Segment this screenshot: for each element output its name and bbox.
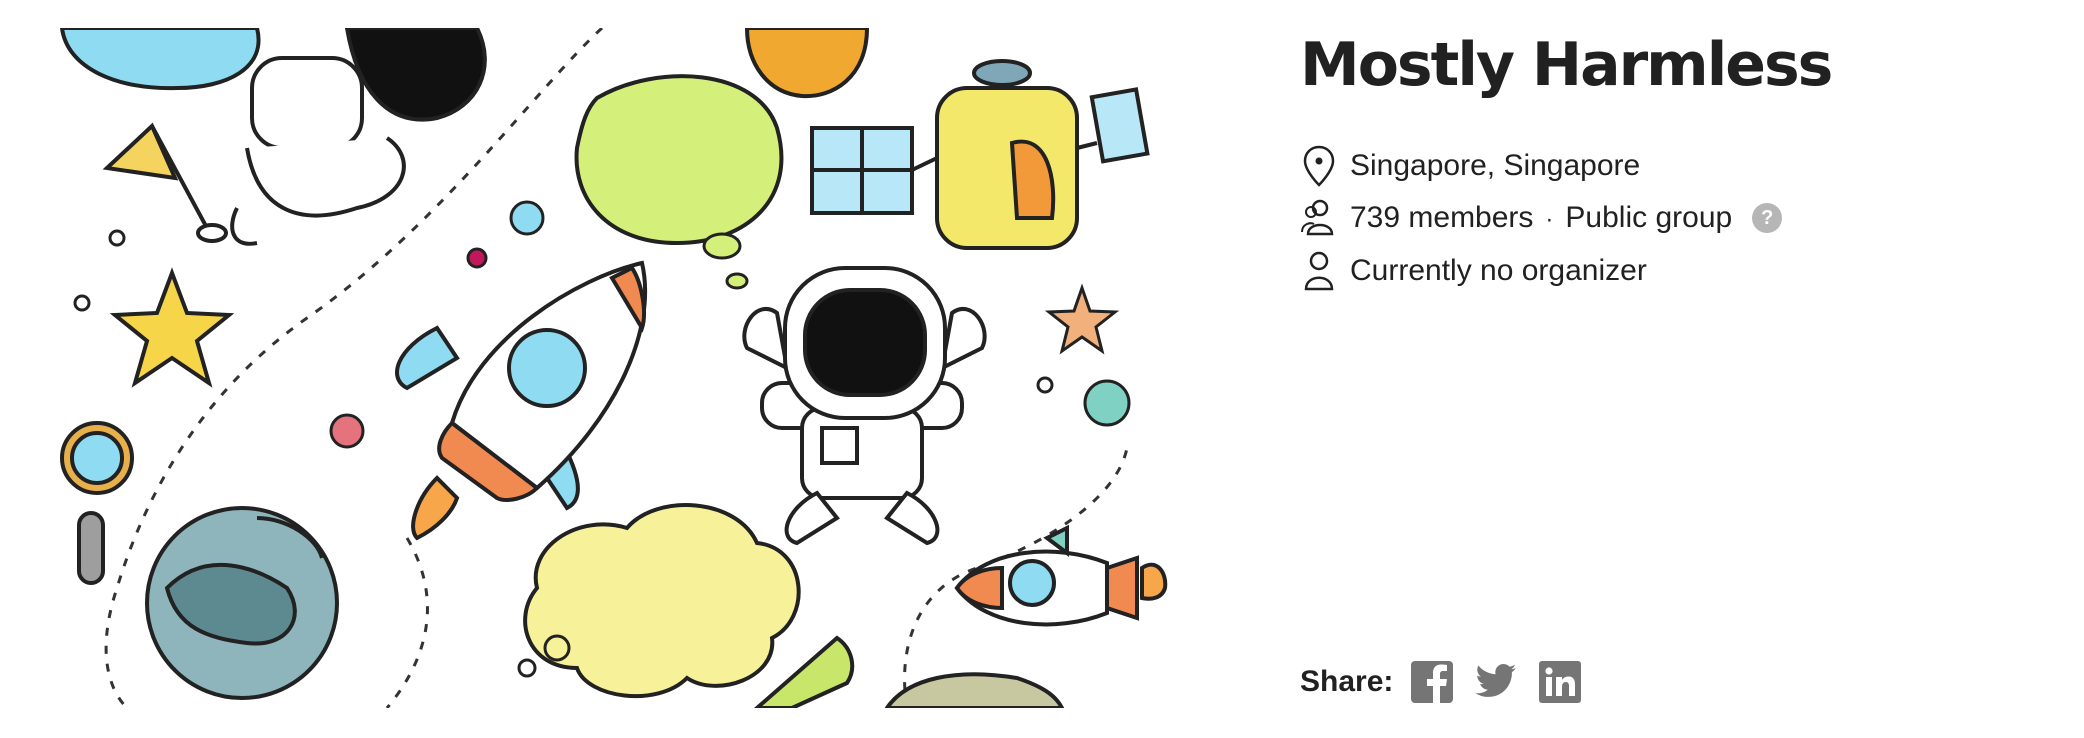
space-doodle-illustration bbox=[59, 28, 1168, 708]
members-row: 739 members · Public group ? bbox=[1300, 193, 1783, 243]
organizer-row: Currently no organizer bbox=[1300, 246, 1647, 296]
planet-icon bbox=[145, 506, 339, 700]
astronaut-icon bbox=[742, 266, 987, 546]
twitter-icon[interactable] bbox=[1475, 661, 1517, 703]
members-text: 739 members · Public group bbox=[1350, 201, 1732, 235]
separator-dot: · bbox=[1545, 206, 1554, 233]
members-icon bbox=[1300, 196, 1338, 240]
organizer-status: Currently no organizer bbox=[1350, 254, 1647, 287]
group-title: Mostly Harmless bbox=[1300, 30, 1833, 100]
star-icon bbox=[109, 267, 235, 388]
location-pin-icon bbox=[1300, 144, 1338, 188]
flag-icon bbox=[102, 122, 228, 243]
share-label: Share: bbox=[1300, 665, 1394, 698]
small-rocket-icon bbox=[954, 524, 1168, 627]
group-info-panel: Mostly Harmless Singapore, Singapore 739… bbox=[1300, 0, 2060, 738]
help-icon[interactable]: ? bbox=[1752, 203, 1783, 233]
linkedin-icon[interactable] bbox=[1539, 661, 1582, 703]
astronaut-helmet-top bbox=[230, 28, 487, 246]
location-row: Singapore, Singapore bbox=[1300, 141, 1640, 191]
person-icon bbox=[1300, 249, 1338, 293]
magnifier-icon bbox=[60, 421, 134, 585]
share-bar: Share: bbox=[1300, 658, 1603, 706]
satellite-icon bbox=[810, 59, 1150, 250]
rocket-icon bbox=[395, 260, 648, 541]
group-location[interactable]: Singapore, Singapore bbox=[1350, 149, 1640, 183]
group-privacy: Public group bbox=[1565, 201, 1733, 234]
group-cover-image bbox=[57, 28, 1169, 708]
facebook-icon[interactable] bbox=[1411, 661, 1454, 703]
member-count[interactable]: 739 members bbox=[1350, 201, 1533, 234]
